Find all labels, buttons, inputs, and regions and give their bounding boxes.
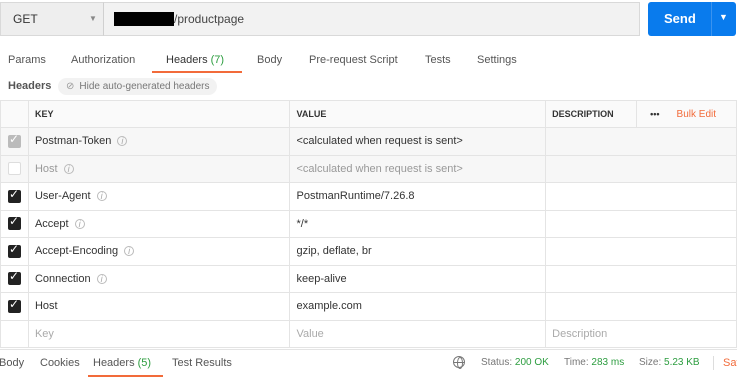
method-select[interactable]: GET ▼	[0, 2, 104, 36]
info-icon[interactable]: i	[124, 246, 135, 257]
row-value[interactable]: keep-alive	[289, 264, 547, 293]
bulk-edit-link[interactable]: Bulk Edit	[672, 100, 737, 128]
row-checkbox[interactable]	[7, 162, 21, 176]
row-checkbox[interactable]	[7, 132, 21, 148]
response-active-tab-indicator	[88, 375, 163, 377]
tab-settings[interactable]: Settings	[477, 54, 517, 66]
row-description[interactable]	[545, 264, 737, 293]
tab-authorization[interactable]: Authorization	[71, 54, 135, 66]
table-row: Host example.com	[0, 292, 737, 321]
headers-table: KEY VALUE DESCRIPTION ••• Bulk Edit Post…	[0, 100, 737, 348]
url-path: /productpage	[174, 12, 245, 26]
chevron-down-icon: ▼	[89, 14, 97, 23]
send-label: Send	[664, 11, 696, 26]
table-row: Accept-Encodingi gzip, deflate, br	[0, 237, 737, 266]
send-button[interactable]: Send ▼	[648, 2, 736, 36]
row-description[interactable]	[545, 127, 737, 156]
table-row: Postman-Tokeni <calculated when request …	[0, 127, 737, 156]
divider	[713, 356, 714, 370]
method-label: GET	[13, 12, 38, 26]
size-value: 5.23 KB	[664, 357, 700, 368]
row-checkbox[interactable]	[7, 187, 21, 203]
col-value: VALUE	[289, 100, 547, 128]
info-icon[interactable]: i	[74, 218, 85, 229]
new-value-input[interactable]: Value	[289, 319, 547, 348]
tab-body[interactable]: Body	[257, 54, 282, 66]
response-headers-count: (5)	[137, 357, 152, 369]
row-key[interactable]: Accept-Encoding i	[27, 237, 291, 266]
eye-slash-icon: ⊘	[66, 81, 75, 92]
tab-headers[interactable]: Headers (7)	[166, 54, 224, 66]
row-value[interactable]: example.com	[289, 292, 547, 321]
time-value: 283 ms	[591, 357, 625, 368]
row-value[interactable]: <calculated when request is sent>	[289, 127, 547, 156]
headers-title: Headers	[8, 80, 52, 92]
row-checkbox[interactable]	[7, 214, 21, 231]
response-tab-body[interactable]: Body	[0, 357, 24, 369]
row-value[interactable]: gzip, deflate, br	[289, 237, 547, 266]
headers-count: (7)	[210, 54, 225, 66]
send-divider	[711, 2, 712, 36]
headers-toolbar: Headers ⊘ Hide auto-generated headers	[0, 76, 737, 96]
row-description[interactable]	[545, 292, 737, 321]
row-checkbox[interactable]	[7, 269, 21, 286]
request-bar: GET ▼ /productpage Send ▼	[0, 0, 737, 44]
redacted-host	[114, 12, 174, 26]
row-description[interactable]	[545, 154, 737, 183]
status-readout[interactable]: Status: 200 OK	[481, 357, 549, 368]
hide-auto-headers-button[interactable]: ⊘ Hide auto-generated headers	[58, 78, 218, 95]
tab-pre-request-script[interactable]: Pre-request Script	[309, 54, 398, 66]
response-tab-headers[interactable]: Headers (5)	[93, 357, 151, 369]
row-checkbox[interactable]	[7, 242, 21, 258]
info-icon[interactable]: i	[63, 163, 74, 174]
row-key[interactable]: Host i	[27, 154, 291, 183]
info-icon[interactable]: i	[96, 191, 107, 202]
col-key: KEY	[27, 100, 291, 128]
row-value[interactable]: */*	[289, 209, 547, 238]
new-key-input[interactable]: Key	[27, 319, 291, 348]
url-input[interactable]: /productpage	[104, 2, 640, 36]
row-key[interactable]: Host	[27, 292, 291, 321]
tab-tests[interactable]: Tests	[425, 54, 451, 66]
active-tab-indicator	[152, 71, 242, 73]
row-description[interactable]	[545, 237, 737, 266]
row-key[interactable]: Postman-Token i	[27, 127, 291, 156]
row-value[interactable]: <calculated when request is sent>	[289, 154, 547, 183]
col-description: DESCRIPTION	[545, 100, 638, 128]
new-description-input[interactable]: Description	[545, 319, 737, 348]
request-tabs: Params Authorization Headers (7) Body Pr…	[0, 50, 737, 72]
size-readout[interactable]: Size: 5.23 KB	[639, 357, 700, 368]
row-checkbox[interactable]	[7, 297, 21, 313]
send-dropdown-icon[interactable]: ▼	[719, 12, 728, 22]
row-description[interactable]	[545, 209, 737, 238]
table-row: Host i <calculated when request is sent>	[0, 154, 737, 183]
table-row: User-Agenti PostmanRuntime/7.26.8	[0, 182, 737, 211]
row-key[interactable]: Accept i	[27, 209, 291, 238]
response-bar: Body Cookies Headers (5) Test Results St…	[0, 349, 737, 382]
tab-params[interactable]: Params	[8, 54, 46, 66]
info-icon[interactable]: i	[117, 136, 128, 147]
row-key[interactable]: User-Agent i	[27, 182, 291, 211]
header-checkbox-col	[0, 100, 29, 128]
response-tab-test-results[interactable]: Test Results	[172, 357, 232, 369]
table-row: Accepti */*	[0, 209, 737, 238]
table-row-new: Key Value Description	[0, 319, 737, 348]
more-options-icon[interactable]: •••	[636, 100, 673, 128]
globe-icon[interactable]	[453, 356, 465, 369]
row-key[interactable]: Connection i	[27, 264, 291, 293]
response-tab-cookies[interactable]: Cookies	[40, 357, 80, 369]
table-row: Connectioni keep-alive	[0, 264, 737, 293]
hide-auto-headers-label: Hide auto-generated headers	[79, 81, 210, 92]
status-value: 200 OK	[514, 357, 549, 368]
time-readout[interactable]: Time: 283 ms	[564, 357, 624, 368]
info-icon[interactable]: i	[96, 273, 107, 284]
table-header-row: KEY VALUE DESCRIPTION ••• Bulk Edit	[0, 100, 737, 128]
save-response-button[interactable]: Sav	[723, 357, 737, 369]
row-value[interactable]: PostmanRuntime/7.26.8	[289, 182, 547, 211]
row-description[interactable]	[545, 182, 737, 211]
